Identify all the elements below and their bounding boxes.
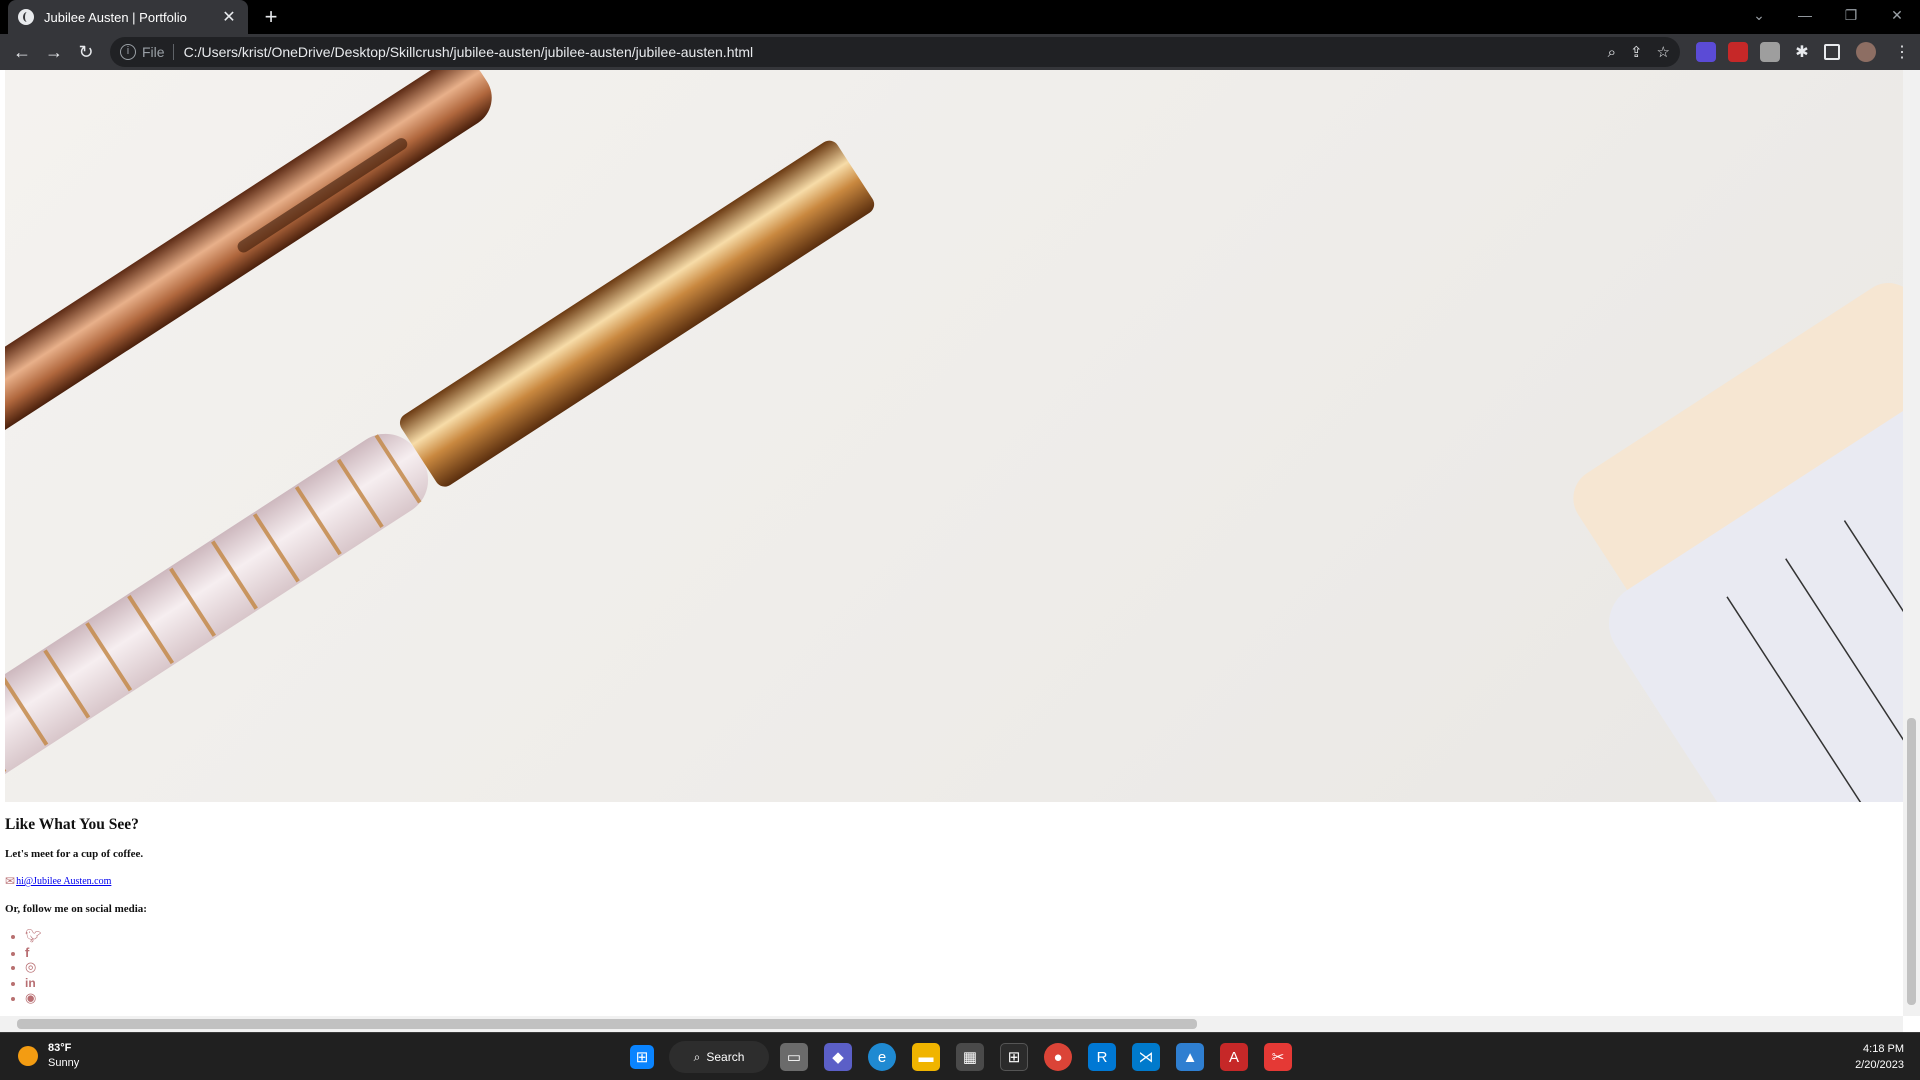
- minimize-button[interactable]: —: [1782, 0, 1828, 30]
- chrome-icon[interactable]: ●: [1044, 1043, 1072, 1071]
- app-r-icon[interactable]: R: [1088, 1043, 1116, 1071]
- temperature: 83°F: [48, 1042, 72, 1054]
- linkedin-icon[interactable]: in: [25, 976, 41, 990]
- side-panel-icon[interactable]: [1824, 44, 1840, 60]
- horizontal-scrollbar[interactable]: [0, 1016, 1903, 1032]
- taskbar: 83°F Sunny ⊞ ⌕ Search ▭ ◆ e ▬ ▦ ⊞ ● R ⋊ …: [0, 1032, 1920, 1080]
- list-item: 🐦︎: [25, 929, 147, 945]
- social-list: 🐦︎ f ◎ in ◉: [25, 929, 147, 1007]
- email-link[interactable]: hi@Jubilee Austen.com: [16, 876, 111, 887]
- facebook-icon[interactable]: f: [25, 945, 41, 960]
- vscode-icon[interactable]: ⋊: [1132, 1043, 1160, 1071]
- clock-time: 4:18 PM: [1863, 1043, 1904, 1055]
- avatar[interactable]: [1856, 42, 1876, 62]
- menu-dots-icon[interactable]: ⋮: [1892, 42, 1912, 62]
- browser-toolbar: ← → ↻ i File C:/Users/krist/OneDrive/Des…: [0, 34, 1920, 70]
- extension-icon[interactable]: [1696, 42, 1716, 62]
- twitter-icon[interactable]: 🐦︎: [25, 929, 42, 944]
- chat-icon[interactable]: ◆: [824, 1043, 852, 1071]
- new-tab-button[interactable]: +: [258, 4, 284, 30]
- page-viewport: Like What You See? Let's meet for a cup …: [0, 70, 1920, 1032]
- tab-close-button[interactable]: ✕: [220, 7, 238, 27]
- vertical-scroll-thumb[interactable]: [1907, 718, 1916, 1005]
- address-bar[interactable]: i File C:/Users/krist/OneDrive/Desktop/S…: [110, 37, 1680, 67]
- edge-icon[interactable]: e: [868, 1043, 896, 1071]
- search-label: Search: [706, 1050, 745, 1064]
- globe-icon: [18, 9, 34, 25]
- bookmark-star-icon[interactable]: ☆: [1657, 43, 1670, 61]
- horizontal-scroll-thumb[interactable]: [17, 1019, 1197, 1029]
- puzzle-icon[interactable]: ✱: [1792, 42, 1812, 62]
- back-button[interactable]: ←: [6, 36, 38, 68]
- extension-icon[interactable]: [1728, 42, 1748, 62]
- hero-image: [5, 70, 1903, 802]
- address-divider: [172, 44, 174, 60]
- contact-heading: Like What You See?: [5, 816, 139, 833]
- reload-button[interactable]: ↻: [70, 36, 102, 68]
- snipping-tool-icon[interactable]: ✂: [1264, 1043, 1292, 1071]
- browser-tab[interactable]: Jubilee Austen | Portfolio ✕: [8, 0, 248, 34]
- restore-button[interactable]: ❐: [1828, 0, 1874, 30]
- share-icon[interactable]: ⇪: [1630, 43, 1643, 61]
- email-row: ✉ hi@Jubilee Austen.com: [5, 874, 147, 889]
- file-explorer-icon[interactable]: ▬: [912, 1043, 940, 1071]
- url-text[interactable]: C:/Users/krist/OneDrive/Desktop/Skillcru…: [184, 44, 754, 60]
- zoom-icon[interactable]: ⌕: [1608, 44, 1616, 61]
- address-actions: ⌕ ⇪ ☆: [1608, 37, 1670, 67]
- close-window-button[interactable]: ✕: [1874, 0, 1920, 30]
- github-icon[interactable]: ◉: [25, 991, 41, 1006]
- pens-notebook-illustration: [5, 70, 1903, 802]
- tab-bar: Jubilee Austen | Portfolio ✕ + ⌄ — ❐ ✕: [0, 0, 1920, 34]
- extension-icon[interactable]: [1760, 42, 1780, 62]
- info-icon[interactable]: i: [120, 44, 136, 60]
- list-item: ◎: [25, 960, 147, 976]
- photos-icon[interactable]: ▲: [1176, 1043, 1204, 1071]
- list-item: ◉: [25, 991, 147, 1007]
- tab-title: Jubilee Austen | Portfolio: [44, 9, 187, 25]
- taskbar-search[interactable]: ⌕ Search: [669, 1041, 769, 1073]
- vertical-scrollbar[interactable]: [1903, 70, 1920, 1016]
- windows-start-icon[interactable]: ⊞: [630, 1045, 654, 1069]
- sun-icon: [18, 1046, 38, 1066]
- address-scheme-label: File: [142, 44, 165, 60]
- clock-date: 2/20/2023: [1855, 1059, 1904, 1071]
- task-view-icon[interactable]: ▭: [780, 1043, 808, 1071]
- contact-section: Like What You See? Let's meet for a cup …: [5, 816, 147, 1007]
- search-icon: ⌕: [693, 1049, 701, 1064]
- instagram-icon[interactable]: ◎: [25, 960, 41, 975]
- contact-subheading: Let's meet for a cup of coffee.: [5, 848, 144, 860]
- weather-widget[interactable]: 83°F Sunny: [18, 1041, 79, 1071]
- social-prompt: Or, follow me on social media:: [5, 903, 147, 915]
- calculator-icon[interactable]: ▦: [956, 1043, 984, 1071]
- store-icon[interactable]: ⊞: [1000, 1043, 1028, 1071]
- list-item: in: [25, 976, 147, 992]
- envelope-icon: ✉: [5, 874, 16, 888]
- tab-search-icon[interactable]: ⌄: [1736, 0, 1782, 30]
- weather-condition: Sunny: [48, 1057, 80, 1069]
- list-item: f: [25, 945, 147, 961]
- acrobat-icon[interactable]: A: [1220, 1043, 1248, 1071]
- forward-button[interactable]: →: [38, 36, 70, 68]
- system-clock[interactable]: 4:18 PM 2/20/2023: [1855, 1041, 1904, 1073]
